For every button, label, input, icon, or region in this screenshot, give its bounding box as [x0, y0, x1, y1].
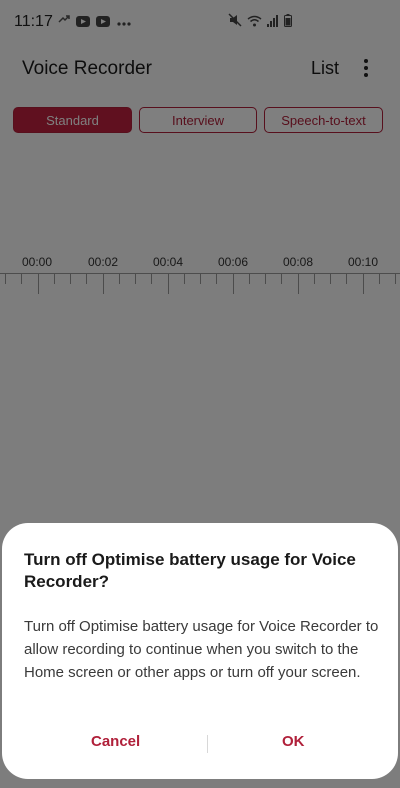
cancel-button[interactable]: Cancel [91, 733, 140, 750]
dialog-title: Turn off Optimise battery usage for Voic… [24, 550, 356, 591]
button-divider [207, 735, 208, 753]
dialog-message: Turn off Optimise battery usage for Voic… [24, 618, 379, 681]
battery-optimisation-dialog: Turn off Optimise battery usage for Voic… [2, 523, 398, 779]
ok-button[interactable]: OK [282, 733, 305, 750]
